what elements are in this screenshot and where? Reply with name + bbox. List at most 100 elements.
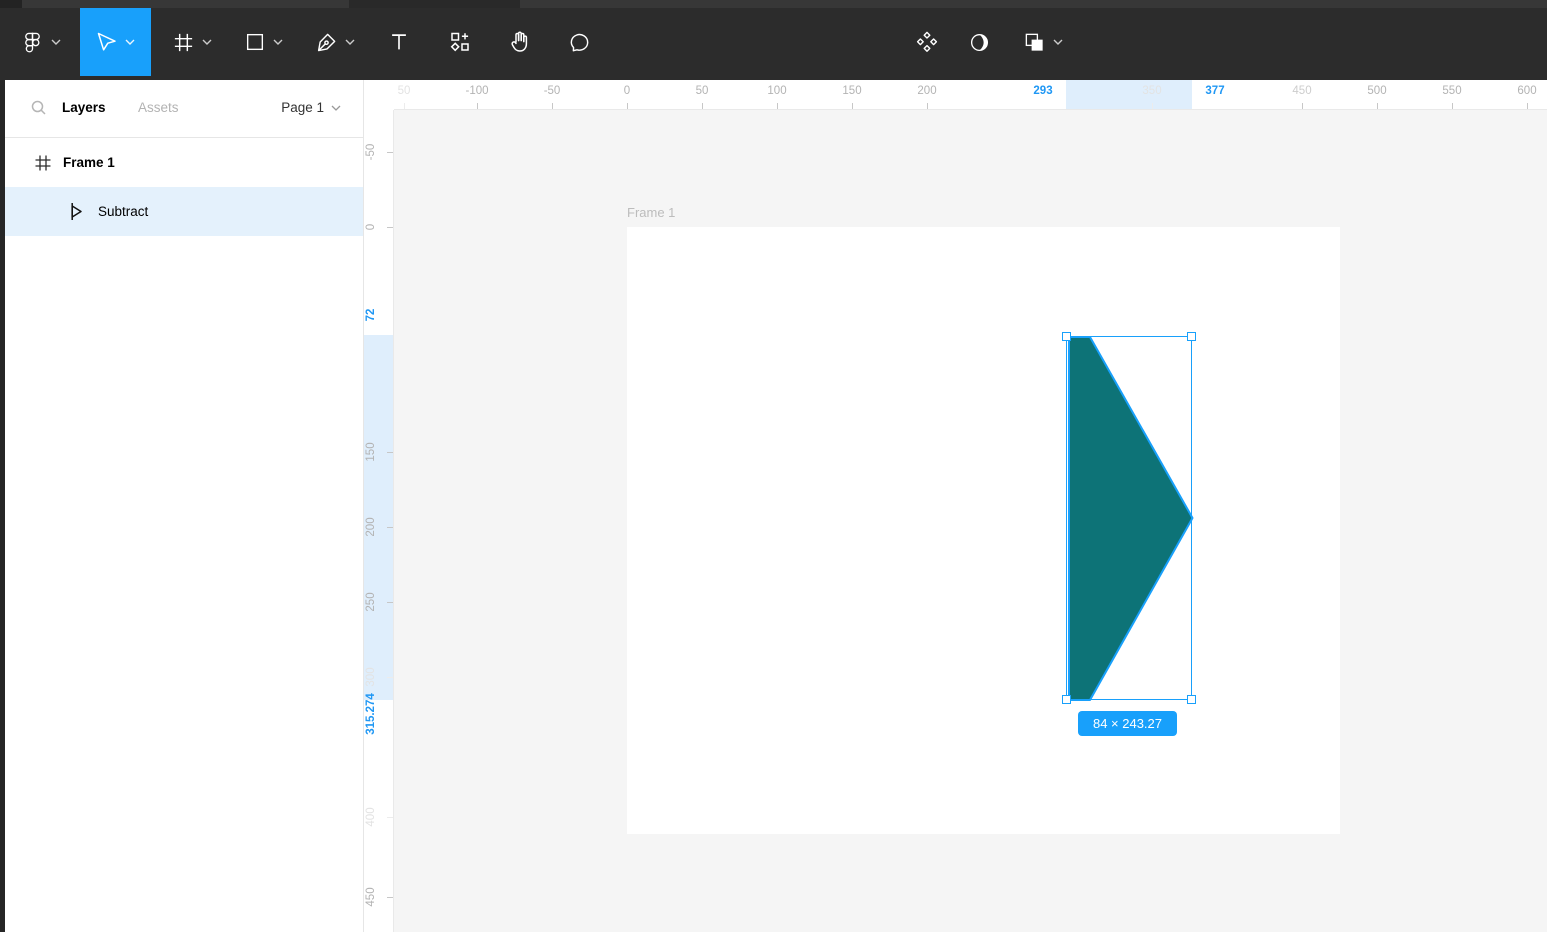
tab-layers[interactable]: Layers xyxy=(62,100,106,115)
v-ruler-label: 400 xyxy=(364,792,378,842)
v-ruler-label: 315.274 xyxy=(364,689,378,739)
chevron-down-icon xyxy=(273,39,283,45)
use-as-mask-button[interactable] xyxy=(957,8,1001,76)
layer-row-subtract[interactable]: Subtract xyxy=(5,187,363,236)
h-ruler-tick xyxy=(927,103,928,109)
ruler-corner xyxy=(364,80,394,110)
figma-logo-icon xyxy=(21,31,44,54)
h-ruler-label: 200 xyxy=(895,85,959,97)
shape-tool-button[interactable] xyxy=(234,8,292,76)
frame-title-label[interactable]: Frame 1 xyxy=(627,205,675,220)
h-ruler-tick xyxy=(1452,103,1453,109)
resize-handle-ne[interactable] xyxy=(1187,332,1196,341)
component-diamonds-icon xyxy=(915,30,939,54)
h-ruler-tick xyxy=(702,103,703,109)
frame-tool-button[interactable] xyxy=(163,8,221,76)
h-ruler-label: 500 xyxy=(1345,85,1409,97)
chevron-down-icon xyxy=(1053,39,1063,45)
move-tool-button[interactable] xyxy=(80,8,151,76)
main-menu-button[interactable] xyxy=(12,8,70,76)
v-ruler-tick xyxy=(387,452,393,453)
subtract-shape-icon xyxy=(71,202,83,221)
panel-header: Layers Assets Page 1 xyxy=(5,80,363,138)
page-selector[interactable]: Page 1 xyxy=(281,100,341,115)
resize-handle-nw[interactable] xyxy=(1062,332,1071,341)
frame-1-object[interactable] xyxy=(627,227,1340,834)
tab-assets[interactable]: Assets xyxy=(138,100,179,115)
frame-grid-icon xyxy=(172,31,195,54)
selection-size-badge: 84 × 243.27 xyxy=(1078,711,1177,736)
boolean-operations-dropdown[interactable] xyxy=(1013,8,1073,76)
layer-row-frame-1[interactable]: Frame 1 xyxy=(5,138,363,187)
pen-icon xyxy=(315,31,338,54)
v-ruler-tick xyxy=(387,602,393,603)
h-ruler-tick xyxy=(404,103,405,109)
h-ruler-tick xyxy=(477,103,478,109)
h-ruler-tick xyxy=(1377,103,1378,109)
h-ruler-tick xyxy=(852,103,853,109)
h-ruler-label: 100 xyxy=(745,85,809,97)
v-ruler-label: 200 xyxy=(364,502,378,552)
h-ruler-label: 293 xyxy=(1011,85,1075,97)
h-ruler-tick xyxy=(627,103,628,109)
v-ruler-label: 0 xyxy=(364,202,378,252)
chevron-down-icon xyxy=(125,39,135,45)
h-ruler-tick xyxy=(1527,103,1528,109)
rectangle-icon xyxy=(244,31,266,53)
v-ruler-tick xyxy=(387,677,393,678)
top-strip-segment xyxy=(0,0,22,8)
page-selector-label: Page 1 xyxy=(281,100,324,115)
chevron-down-icon xyxy=(202,39,212,45)
h-ruler-tick xyxy=(1302,103,1303,109)
resources-tool-button[interactable] xyxy=(437,8,483,76)
v-ruler-tick xyxy=(387,817,393,818)
vertical-ruler[interactable]: -50072150200250300315.274400450 xyxy=(364,80,394,932)
resize-handle-sw[interactable] xyxy=(1062,695,1071,704)
v-ruler-label: 450 xyxy=(364,872,378,922)
v-ruler-tick xyxy=(387,227,393,228)
v-ruler-label: 150 xyxy=(364,427,378,477)
frame-grid-icon xyxy=(34,154,52,172)
chevron-down-icon xyxy=(51,39,61,45)
horizontal-ruler[interactable]: 50-100-500501001502002933503774505005506… xyxy=(364,80,1547,110)
hand-icon xyxy=(508,30,532,54)
h-ruler-label: 50 xyxy=(670,85,734,97)
canvas-viewport[interactable]: Frame 1 84 × 243.27 xyxy=(394,110,1547,932)
v-ruler-label: 72 xyxy=(364,290,378,340)
create-component-button[interactable] xyxy=(905,8,949,76)
h-ruler-tick xyxy=(777,103,778,109)
v-ruler-tick xyxy=(387,152,393,153)
pen-tool-button[interactable] xyxy=(305,8,365,76)
h-ruler-label: 350 xyxy=(1120,85,1184,97)
boolean-squares-icon xyxy=(1023,31,1046,54)
move-cursor-icon xyxy=(96,31,118,53)
hand-tool-button[interactable] xyxy=(497,8,543,76)
window-top-strip xyxy=(0,0,1547,8)
resize-handle-se[interactable] xyxy=(1187,695,1196,704)
text-icon xyxy=(388,31,410,53)
h-ruler-label: 377 xyxy=(1183,85,1247,97)
comment-bubble-icon xyxy=(568,31,591,54)
chevron-down-icon xyxy=(331,105,341,111)
layer-name: Subtract xyxy=(98,204,148,219)
search-icon[interactable] xyxy=(30,99,48,117)
selection-bounding-box xyxy=(1066,336,1192,700)
h-ruler-tick xyxy=(1152,103,1153,109)
v-ruler-tick xyxy=(387,897,393,898)
h-ruler-label: 450 xyxy=(1270,85,1334,97)
window-left-edge xyxy=(0,80,5,932)
h-ruler-label: -50 xyxy=(520,85,584,97)
canvas-area: 50-100-500501001502002933503774505005506… xyxy=(364,80,1547,932)
h-ruler-label: 550 xyxy=(1420,85,1484,97)
v-ruler-label: -50 xyxy=(364,127,378,177)
toolbar xyxy=(0,0,1547,80)
h-ruler-label: -100 xyxy=(445,85,509,97)
mask-crescent-icon xyxy=(968,31,991,54)
layer-name: Frame 1 xyxy=(63,155,115,170)
layers-panel: Layers Assets Page 1 Frame 1 Subtract xyxy=(5,80,364,932)
top-strip-segment xyxy=(349,0,520,8)
text-tool-button[interactable] xyxy=(378,8,420,76)
comment-tool-button[interactable] xyxy=(556,8,602,76)
chevron-down-icon xyxy=(345,39,355,45)
v-ruler-label: 250 xyxy=(364,577,378,627)
